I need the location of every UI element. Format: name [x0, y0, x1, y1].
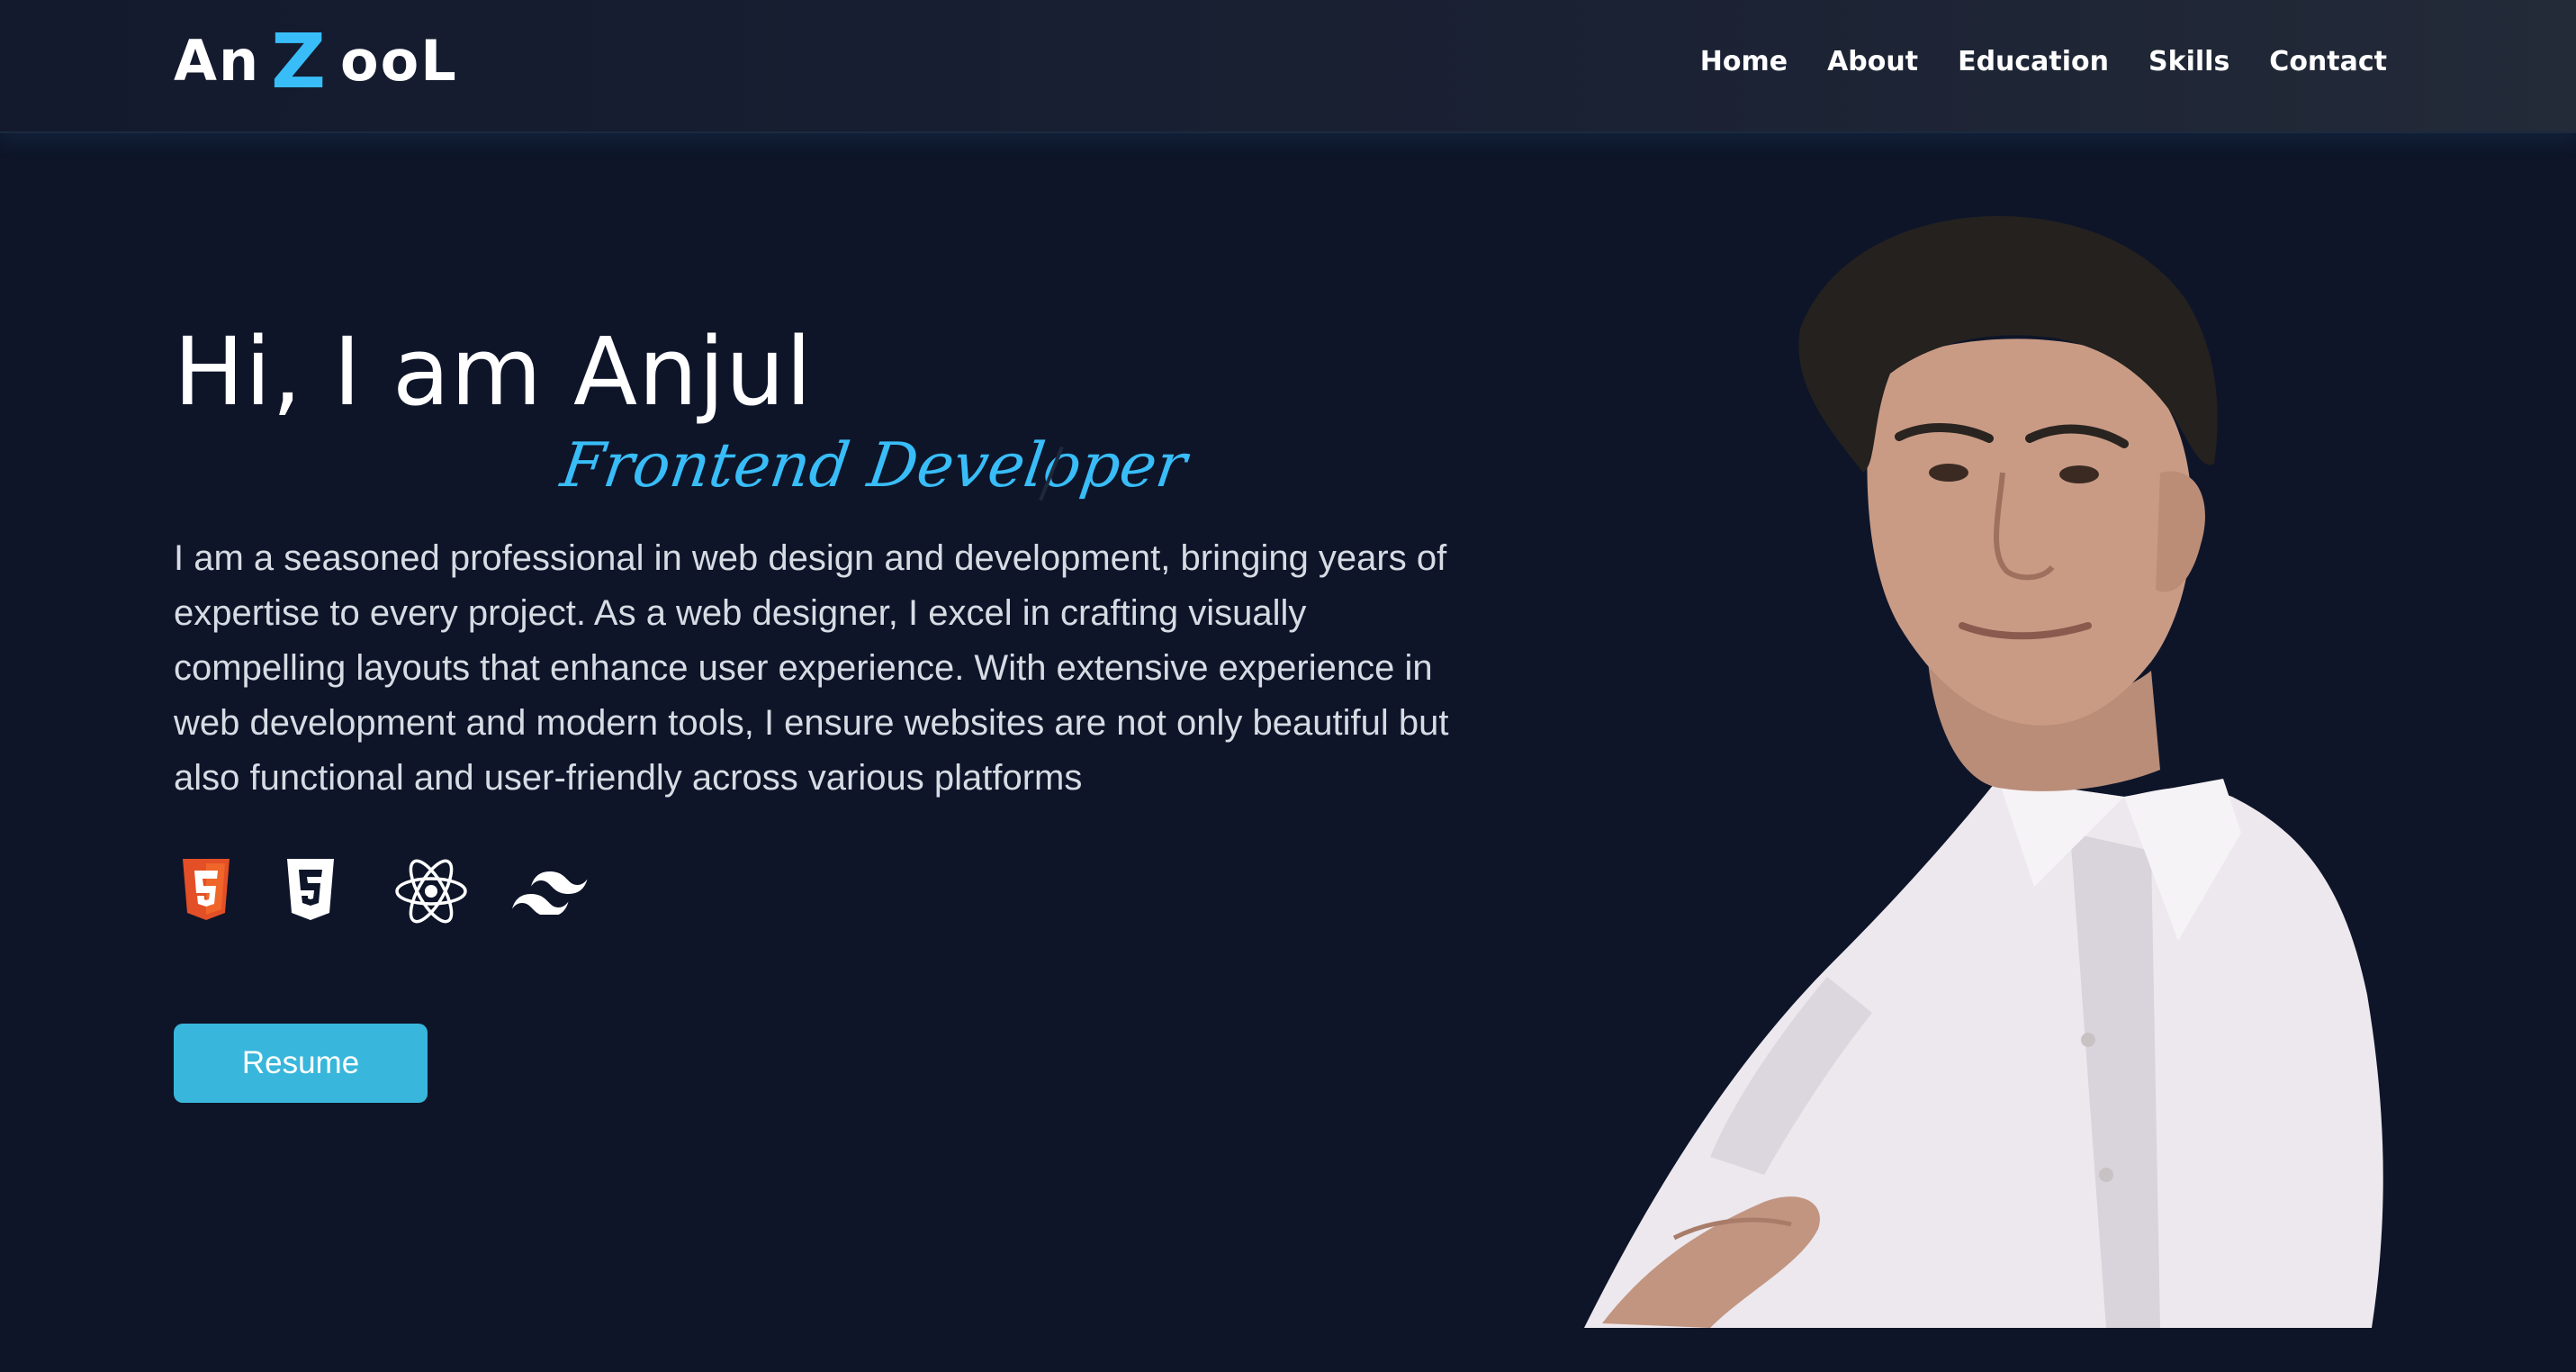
css3-icon	[284, 857, 338, 922]
hero-bio: I am a seasoned professional in web desi…	[174, 538, 1449, 798]
hero-role: Frontend Developer	[556, 430, 1191, 501]
nav-menu: Home About Education Skills Contact	[1700, 40, 2387, 83]
nav-link-about[interactable]: About	[1827, 46, 1918, 77]
profile-photo	[1530, 203, 2394, 1332]
site-logo[interactable]: An Z ooL	[174, 17, 458, 105]
nav-link-education[interactable]: Education	[1958, 46, 2109, 77]
react-icon	[393, 855, 469, 927]
nav-link-contact[interactable]: Contact	[2269, 46, 2387, 77]
page: An Z ooL Home About Education Skills Con…	[0, 0, 2576, 1372]
resume-button[interactable]: Resume	[174, 1024, 428, 1103]
tailwind-icon	[512, 868, 588, 915]
logo-text-start: An	[174, 28, 261, 94]
navbar: An Z ooL Home About Education Skills Con…	[0, 0, 2576, 133]
html5-icon	[179, 857, 233, 922]
nav-link-skills[interactable]: Skills	[2148, 46, 2229, 77]
nav-link-home[interactable]: Home	[1700, 46, 1788, 77]
hero-greeting: Hi, I am Anjul	[174, 317, 813, 427]
logo-text-end: ooL	[340, 28, 458, 94]
logo-accent-letter: Z	[271, 17, 329, 105]
